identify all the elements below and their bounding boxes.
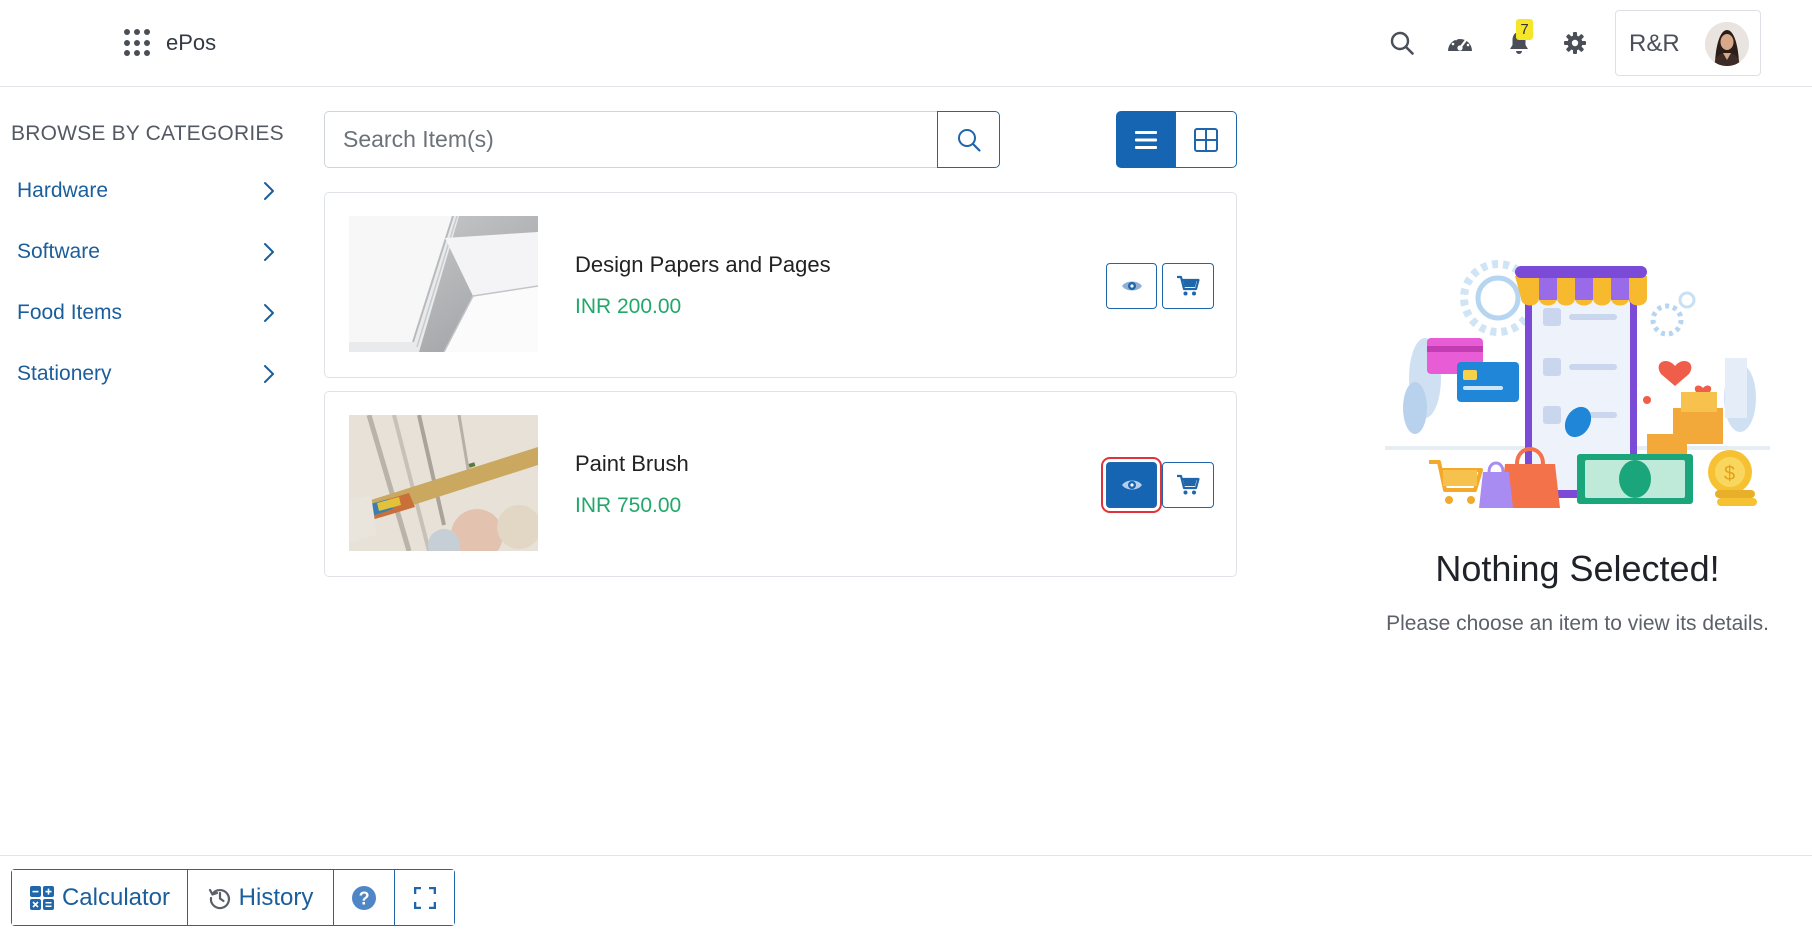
category-label: Hardware — [17, 179, 109, 202]
empty-state-title: Nothing Selected! — [1435, 548, 1720, 589]
svg-text:$: $ — [1724, 463, 1735, 485]
chevron-right-icon — [264, 365, 274, 383]
search-input[interactable] — [324, 111, 938, 168]
category-stationery[interactable]: Stationery — [0, 351, 285, 397]
category-label: Software — [17, 240, 100, 263]
chevron-right-icon — [264, 182, 274, 200]
history-button[interactable]: History — [188, 870, 334, 925]
gear-icon[interactable] — [1560, 28, 1590, 58]
product-price: INR 750.00 — [575, 494, 682, 517]
empty-state-subtitle: Please choose an item to view its detail… — [1386, 612, 1769, 635]
chevron-right-icon — [264, 304, 274, 322]
svg-text:?: ? — [359, 888, 370, 908]
product-name: Design Papers and Pages — [575, 252, 831, 277]
category-software[interactable]: Software — [0, 229, 285, 275]
category-hardware[interactable]: Hardware — [0, 168, 285, 214]
fullscreen-button[interactable] — [395, 870, 454, 925]
category-label: Stationery — [17, 362, 112, 385]
notification-badge: 7 — [1516, 19, 1533, 40]
product-image-paint-brush — [349, 415, 538, 551]
categories-heading: BROWSE BY CATEGORIES — [11, 122, 284, 145]
history-label: History — [238, 883, 314, 911]
tool-button-group: Calculator History ? — [11, 869, 455, 926]
category-label: Food Items — [17, 301, 123, 324]
product-name: Paint Brush — [575, 451, 689, 476]
product-card: Design Papers and Pages INR 200.00 — [324, 192, 1237, 378]
calculator-icon — [29, 885, 54, 910]
help-button[interactable]: ? — [334, 870, 395, 925]
add-to-cart-button[interactable] — [1162, 462, 1214, 508]
history-icon — [208, 888, 230, 909]
user-menu[interactable]: R&R — [1615, 10, 1761, 76]
chevron-right-icon — [264, 243, 274, 261]
help-icon: ? — [352, 885, 376, 910]
apps-grid-icon[interactable] — [124, 29, 152, 57]
add-to-cart-button[interactable] — [1162, 263, 1214, 309]
product-card: Paint Brush INR 750.00 — [324, 391, 1237, 577]
view-item-button[interactable] — [1106, 462, 1157, 508]
product-image-papers — [349, 216, 538, 352]
cart-icon — [1177, 275, 1200, 296]
search-button[interactable] — [937, 111, 1000, 168]
footer-toolbar: Calculator History ? — [0, 855, 1812, 935]
product-price: INR 200.00 — [575, 295, 682, 318]
shopping-illustration: $ — [1385, 258, 1770, 508]
grid-view-icon — [1194, 127, 1218, 152]
search-icon[interactable] — [1387, 28, 1417, 58]
list-view-button[interactable] — [1116, 111, 1176, 168]
eye-icon — [1121, 480, 1142, 490]
eye-icon — [1121, 281, 1142, 291]
calculator-button[interactable]: Calculator — [12, 870, 188, 925]
dashboard-icon[interactable] — [1445, 28, 1475, 58]
category-food-items[interactable]: Food Items — [0, 290, 285, 336]
calculator-label: Calculator — [61, 883, 171, 911]
cart-icon — [1177, 474, 1200, 495]
list-view-icon — [1135, 130, 1157, 149]
fullscreen-icon — [413, 886, 436, 909]
avatar — [1705, 22, 1749, 66]
grid-view-button[interactable] — [1175, 111, 1237, 168]
search-icon — [957, 128, 981, 152]
user-name: R&R — [1629, 30, 1680, 57]
app-name: ePos — [166, 30, 217, 55]
view-item-button[interactable] — [1106, 263, 1157, 309]
top-bar: ePos 7 R&R — [0, 0, 1812, 87]
